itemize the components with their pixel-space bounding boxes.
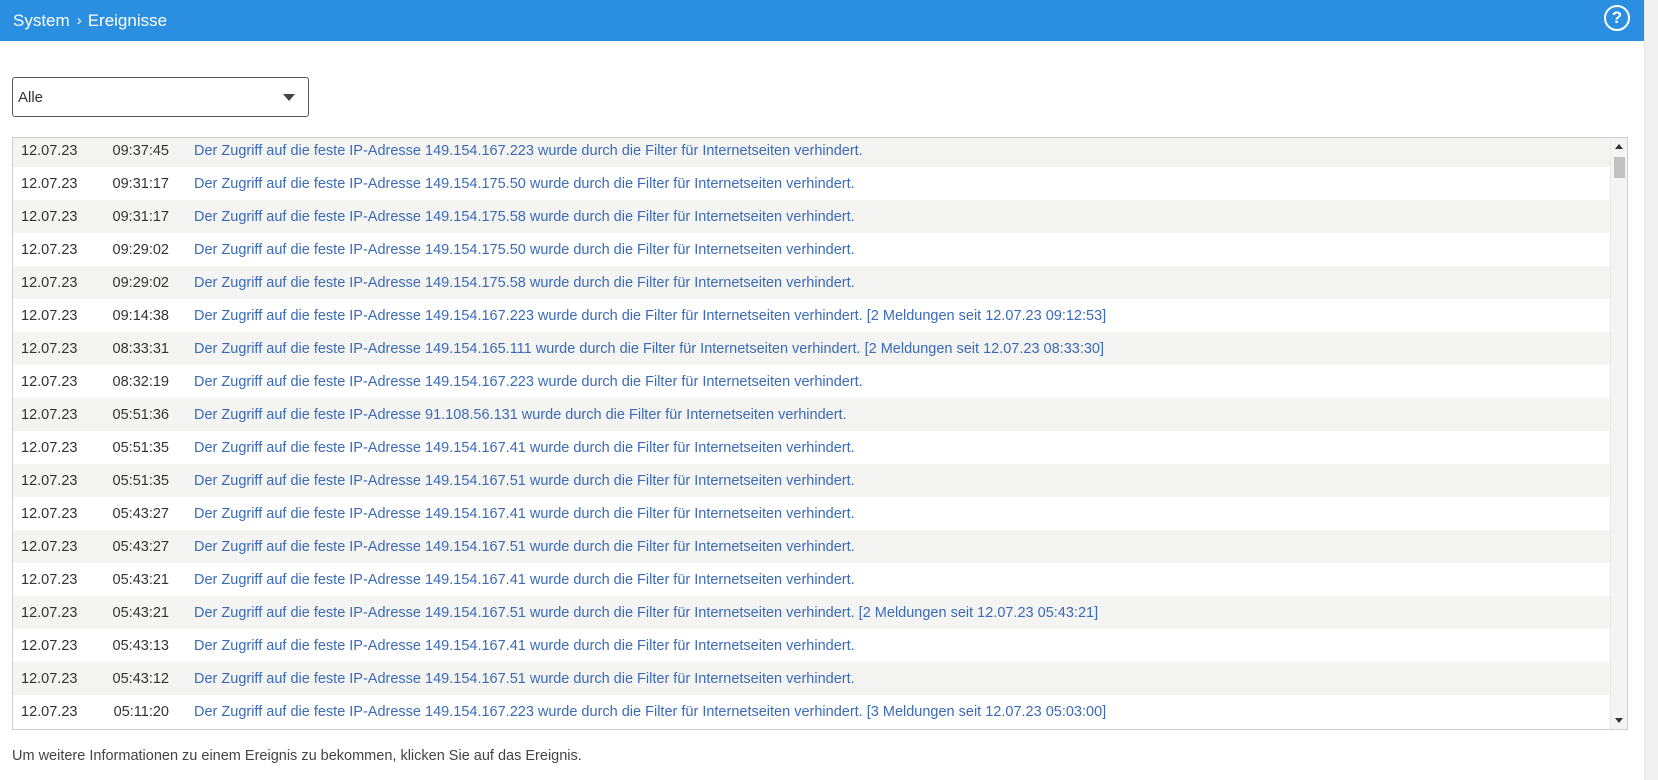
event-time: 09:37:45 (112, 142, 169, 159)
top-bar: System › Ereignisse ? (0, 0, 1644, 41)
event-date: 12.07.23 (21, 472, 78, 489)
event-message-link[interactable]: Der Zugriff auf die feste IP-Adresse 149… (194, 308, 1106, 324)
breadcrumb: System › Ereignisse (13, 11, 167, 31)
event-row[interactable]: 12.07.23 05:43:12 Der Zugriff auf die fest… (13, 662, 1611, 695)
chevron-down-icon (283, 94, 295, 101)
event-date: 12.07.23 (21, 241, 78, 258)
event-message-link[interactable]: Der Zugriff auf die feste IP-Adresse 149… (194, 671, 855, 687)
event-message-link[interactable]: Der Zugriff auf die feste IP-Adresse 149… (194, 572, 855, 588)
event-message-link[interactable]: Der Zugriff auf die feste IP-Adresse 149… (194, 539, 855, 555)
event-row[interactable]: 12.07.23 05:51:35 Der Zugriff auf die fest… (13, 464, 1611, 497)
breadcrumb-system[interactable]: System (13, 11, 70, 31)
event-filter-select[interactable]: Alle (12, 77, 309, 117)
event-time: 08:33:31 (112, 340, 169, 357)
event-date: 12.07.23 (21, 373, 78, 390)
event-row[interactable]: 12.07.23 05:43:27 Der Zugriff auf die fest… (13, 497, 1611, 530)
event-row[interactable]: 12.07.23 09:29:02 Der Zugriff auf die fest… (13, 233, 1611, 266)
event-message-link[interactable]: Der Zugriff auf die feste IP-Adresse 149… (194, 341, 1104, 357)
scroll-down-icon[interactable] (1615, 718, 1623, 723)
event-message-link[interactable]: Der Zugriff auf die feste IP-Adresse 149… (194, 275, 855, 291)
event-time: 05:43:27 (112, 505, 169, 522)
event-time: 05:11:20 (113, 703, 169, 720)
event-date: 12.07.23 (21, 175, 78, 192)
event-time: 09:29:02 (112, 274, 169, 291)
event-row[interactable]: 12.07.23 08:33:31 Der Zugriff auf die fest… (13, 332, 1611, 365)
event-time: 09:14:38 (112, 307, 169, 324)
events-page: System › Ereignisse ? Alle 12.07.23 09:37… (0, 0, 1658, 780)
event-message-link[interactable]: Der Zugriff auf die feste IP-Adresse 149… (194, 143, 863, 159)
event-message-link[interactable]: Der Zugriff auf die feste IP-Adresse 91.… (194, 407, 847, 423)
event-row[interactable]: 12.07.23 05:43:27 Der Zugriff auf die fest… (13, 530, 1611, 563)
help-icon[interactable]: ? (1604, 5, 1630, 31)
event-row[interactable]: 12.07.23 09:14:38 Der Zugriff auf die fest… (13, 299, 1611, 332)
event-message-link[interactable]: Der Zugriff auf die feste IP-Adresse 149… (194, 176, 855, 192)
event-time: 08:32:19 (112, 373, 169, 390)
breadcrumb-events: Ereignisse (87, 10, 168, 30)
event-date: 12.07.23 (21, 439, 78, 456)
event-message-link[interactable]: Der Zugriff auf die feste IP-Adresse 149… (194, 209, 855, 225)
event-time: 05:43:12 (112, 670, 169, 687)
event-date: 12.07.23 (21, 637, 78, 654)
event-date: 12.07.23 (21, 538, 78, 555)
event-row[interactable]: 12.07.23 09:37:45 Der Zugriff auf die fest… (13, 138, 1611, 167)
event-rows: 12.07.23 09:37:45 Der Zugriff auf die fest… (13, 138, 1611, 728)
event-date: 12.07.23 (21, 703, 78, 720)
event-row[interactable]: 12.07.23 08:32:19 Der Zugriff auf die fest… (13, 365, 1611, 398)
event-message-link[interactable]: Der Zugriff auf die feste IP-Adresse 149… (194, 704, 1106, 720)
hint-text: Um weitere Informationen zu einem Ereign… (12, 748, 582, 764)
event-time: 05:43:21 (112, 571, 169, 588)
event-message-link[interactable]: Der Zugriff auf die feste IP-Adresse 149… (194, 473, 855, 489)
event-date: 12.07.23 (21, 406, 78, 423)
event-time: 09:31:17 (112, 208, 169, 225)
event-row[interactable]: 12.07.23 05:43:21 Der Zugriff auf die fest… (13, 563, 1611, 596)
event-message-link[interactable]: Der Zugriff auf die feste IP-Adresse 149… (194, 440, 855, 456)
event-message-link[interactable]: Der Zugriff auf die feste IP-Adresse 149… (194, 242, 855, 258)
event-date: 12.07.23 (21, 670, 78, 687)
event-time: 05:51:36 (112, 406, 169, 423)
event-date: 12.07.23 (21, 274, 78, 291)
event-date: 12.07.23 (21, 571, 78, 588)
event-row[interactable]: 12.07.23 05:51:36 Der Zugriff auf die fest… (13, 398, 1611, 431)
event-date: 12.07.23 (21, 208, 78, 225)
event-time: 05:43:21 (112, 604, 169, 621)
event-row[interactable]: 12.07.23 05:51:35 Der Zugriff auf die fest… (13, 431, 1611, 464)
event-row[interactable]: 12.07.23 05:11:20 Der Zugriff auf die fest… (13, 695, 1611, 728)
event-list: 12.07.23 09:37:45 Der Zugriff auf die fest… (12, 137, 1628, 730)
event-date: 12.07.23 (21, 142, 78, 159)
event-time: 05:51:35 (112, 472, 169, 489)
event-date: 12.07.23 (21, 604, 78, 621)
event-filter-value: Alle (18, 88, 44, 106)
event-date: 12.07.23 (21, 307, 78, 324)
event-date: 12.07.23 (21, 340, 78, 357)
event-row[interactable]: 12.07.23 09:31:17 Der Zugriff auf die fest… (13, 200, 1611, 233)
event-date: 12.07.23 (21, 505, 78, 522)
event-message-link[interactable]: Der Zugriff auf die feste IP-Adresse 149… (194, 374, 863, 390)
event-row[interactable]: 12.07.23 05:43:13 Der Zugriff auf die fest… (13, 629, 1611, 662)
event-time: 05:43:27 (112, 538, 169, 555)
event-message-link[interactable]: Der Zugriff auf die feste IP-Adresse 149… (194, 506, 855, 522)
scroll-up-icon[interactable] (1615, 144, 1623, 149)
event-time: 05:51:35 (112, 439, 169, 456)
event-message-link[interactable]: Der Zugriff auf die feste IP-Adresse 149… (194, 638, 855, 654)
event-row[interactable]: 12.07.23 09:29:02 Der Zugriff auf die fest… (13, 266, 1611, 299)
event-row[interactable]: 12.07.23 09:31:17 Der Zugriff auf die fest… (13, 167, 1611, 200)
event-row[interactable]: 12.07.23 05:43:21 Der Zugriff auf die fest… (13, 596, 1611, 629)
event-message-link[interactable]: Der Zugriff auf die feste IP-Adresse 149… (194, 605, 1098, 621)
event-time: 05:43:13 (112, 637, 169, 654)
scroll-thumb[interactable] (1614, 157, 1625, 178)
chevron-right-icon: › (76, 12, 82, 29)
event-time: 09:29:02 (112, 241, 169, 258)
page-scrollbar[interactable] (1644, 0, 1658, 780)
event-list-scrollbar[interactable] (1610, 138, 1627, 729)
event-time: 09:31:17 (112, 175, 169, 192)
